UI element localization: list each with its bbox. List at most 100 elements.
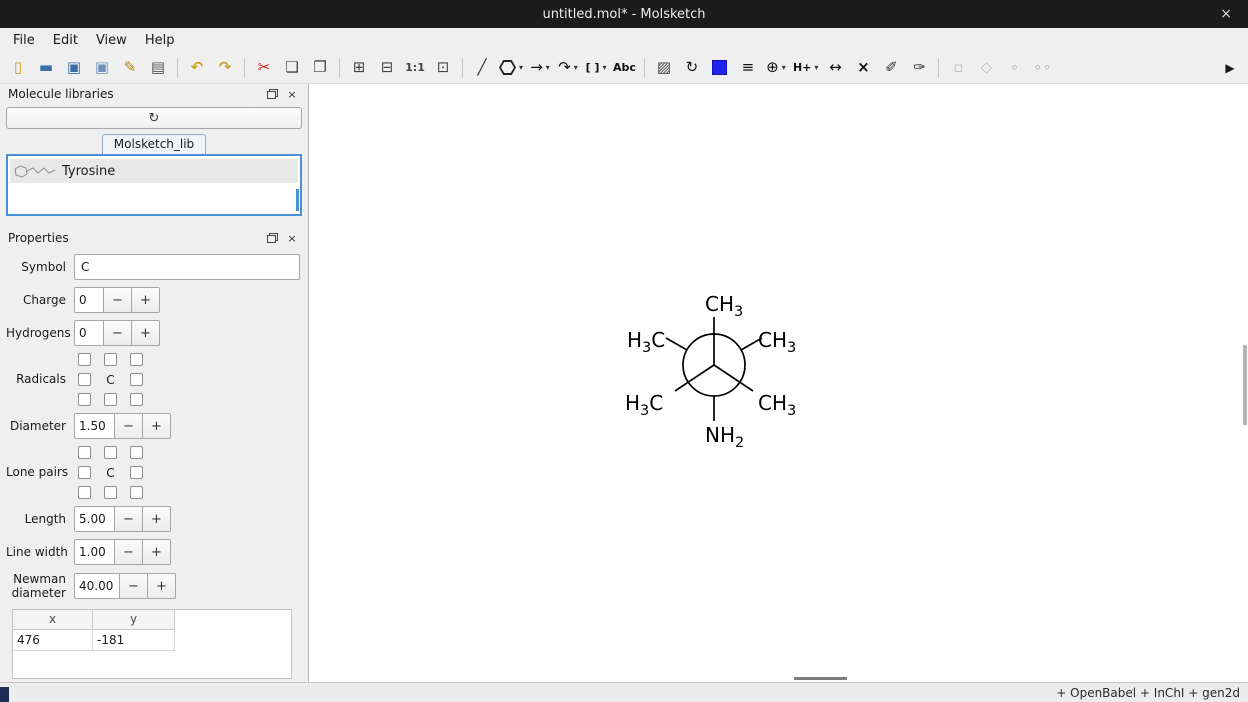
coordinate-cell-x[interactable]: 476: [13, 630, 93, 651]
lone-pair-checkbox[interactable]: [130, 446, 143, 459]
lone-pair-checkbox[interactable]: [78, 466, 91, 479]
ring-tool-button[interactable]: ▾: [497, 55, 525, 81]
line-width-button[interactable]: ≡: [735, 55, 761, 81]
bond-back-upper-left[interactable]: [666, 338, 687, 350]
window-close-button[interactable]: ×: [1214, 0, 1238, 28]
structure-icon: ◇: [981, 60, 993, 75]
save-as-button[interactable]: ▣: [89, 55, 115, 81]
lone-pair-checkbox[interactable]: [104, 446, 117, 459]
diameter-decrement-button[interactable]: −: [115, 413, 143, 439]
canvas-horizontal-scrollbar[interactable]: [794, 677, 847, 680]
radical-checkbox[interactable]: [130, 393, 143, 406]
charge-input[interactable]: [74, 287, 104, 313]
menu-file[interactable]: File: [4, 31, 44, 50]
cut-button[interactable]: ✂: [251, 55, 277, 81]
print-button[interactable]: ▤: [145, 55, 171, 81]
hatch-tool-button[interactable]: ▨: [651, 55, 677, 81]
dropdown-arrow-icon: ▾: [782, 64, 786, 72]
menu-help[interactable]: Help: [136, 31, 184, 50]
mechanism-arrow-button[interactable]: ↷▾: [555, 55, 581, 81]
line-width-decrement-button[interactable]: −: [115, 539, 143, 565]
drawing-canvas[interactable]: CH3 H3C CH3 H3C CH3 NH2: [309, 84, 1248, 682]
atom-label-h3c-upper-left[interactable]: H3C: [627, 328, 665, 356]
copy-button[interactable]: ❏: [279, 55, 305, 81]
libraries-close-button[interactable]: ×: [284, 86, 300, 102]
radical-checkbox[interactable]: [130, 373, 143, 386]
diameter-input[interactable]: [74, 413, 115, 439]
zoom-fit-button[interactable]: ⊡: [430, 55, 456, 81]
atom-label-ch3-top[interactable]: CH3: [705, 292, 743, 320]
atom-label-ch3-lower-right[interactable]: CH3: [758, 391, 796, 419]
rotate-tool-button[interactable]: ↻: [679, 55, 705, 81]
properties-float-button[interactable]: [264, 230, 280, 246]
print-icon: ▤: [151, 60, 165, 75]
radical-checkbox[interactable]: [78, 373, 91, 386]
pen-arrow-button-1[interactable]: ✐: [878, 55, 904, 81]
toolbar-separator: [462, 58, 463, 78]
canvas-vertical-scrollbar[interactable]: [1243, 345, 1247, 425]
paste-button[interactable]: ❐: [307, 55, 333, 81]
line-width-input[interactable]: [74, 539, 115, 565]
lone-pair-checkbox[interactable]: [78, 446, 91, 459]
newman-increment-button[interactable]: +: [148, 573, 176, 599]
tab-molsketch-lib[interactable]: Molsketch_lib: [102, 134, 206, 154]
reaction-arrow-button[interactable]: →▾: [527, 55, 553, 81]
hydrogens-increment-button[interactable]: +: [132, 320, 160, 346]
text-tool-button[interactable]: Abc: [611, 55, 638, 81]
color-picker-button[interactable]: [707, 55, 733, 81]
hatch-pen-icon: ▨: [657, 60, 671, 75]
coordinate-cell-y[interactable]: -181: [93, 630, 175, 651]
open-file-button[interactable]: ▬: [33, 55, 59, 81]
bond-adjust-button[interactable]: ↔: [822, 55, 848, 81]
charge-increment-button[interactable]: +: [132, 287, 160, 313]
radical-checkbox[interactable]: [130, 353, 143, 366]
redo-button[interactable]: ↷: [212, 55, 238, 81]
length-input[interactable]: [74, 506, 115, 532]
radical-checkbox[interactable]: [78, 393, 91, 406]
save-button[interactable]: ▣: [61, 55, 87, 81]
toolbar-extend-button[interactable]: ▶: [1217, 55, 1243, 81]
symbol-input[interactable]: [74, 254, 300, 280]
lone-pair-checkbox[interactable]: [130, 466, 143, 479]
delete-tool-button[interactable]: ×: [850, 55, 876, 81]
atom-label-ch3-upper-right[interactable]: CH3: [758, 328, 796, 356]
draw-bond-button[interactable]: ╱: [469, 55, 495, 81]
library-scrollbar[interactable]: [296, 189, 299, 211]
length-increment-button[interactable]: +: [143, 506, 171, 532]
bracket-tool-button[interactable]: [ ]▾: [583, 55, 609, 81]
lone-pair-checkbox[interactable]: [130, 486, 143, 499]
newman-diameter-input[interactable]: [74, 573, 120, 599]
hydrogens-decrement-button[interactable]: −: [104, 320, 132, 346]
undo-button[interactable]: ↶: [184, 55, 210, 81]
lone-pair-checkbox[interactable]: [78, 486, 91, 499]
charge-decrement-button[interactable]: −: [104, 287, 132, 313]
atom-label-h3c-lower-left[interactable]: H3C: [625, 391, 663, 419]
zoom-out-button[interactable]: ⊟: [374, 55, 400, 81]
pen-arrow-button-2[interactable]: ✑: [906, 55, 932, 81]
diameter-increment-button[interactable]: +: [143, 413, 171, 439]
bond-front-lower-right[interactable]: [714, 365, 753, 391]
zoom-in-button[interactable]: ⊞: [346, 55, 372, 81]
menu-edit[interactable]: Edit: [44, 31, 87, 50]
charge-tool-button[interactable]: ⊕▾: [763, 55, 789, 81]
double-arrow-icon: ↔: [829, 60, 842, 75]
hydrogens-input[interactable]: [74, 320, 104, 346]
lone-pair-checkbox[interactable]: [104, 486, 117, 499]
export-button[interactable]: ✎: [117, 55, 143, 81]
length-decrement-button[interactable]: −: [115, 506, 143, 532]
menu-view[interactable]: View: [87, 31, 136, 50]
line-width-increment-button[interactable]: +: [143, 539, 171, 565]
new-file-button[interactable]: ▯: [5, 55, 31, 81]
radical-checkbox[interactable]: [104, 393, 117, 406]
bond-front-lower-left[interactable]: [675, 365, 714, 391]
zoom-original-button[interactable]: 1:1: [402, 55, 428, 81]
newman-decrement-button[interactable]: −: [120, 573, 148, 599]
atom-label-nh2-bottom[interactable]: NH2: [705, 423, 744, 451]
refresh-library-button[interactable]: ↻: [6, 107, 302, 129]
properties-close-button[interactable]: ×: [284, 230, 300, 246]
radical-checkbox[interactable]: [78, 353, 91, 366]
libraries-float-button[interactable]: [264, 86, 280, 102]
hydrogen-tool-button[interactable]: H+▾: [791, 55, 820, 81]
radical-checkbox[interactable]: [104, 353, 117, 366]
library-item-tyrosine[interactable]: Tyrosine: [10, 159, 298, 183]
